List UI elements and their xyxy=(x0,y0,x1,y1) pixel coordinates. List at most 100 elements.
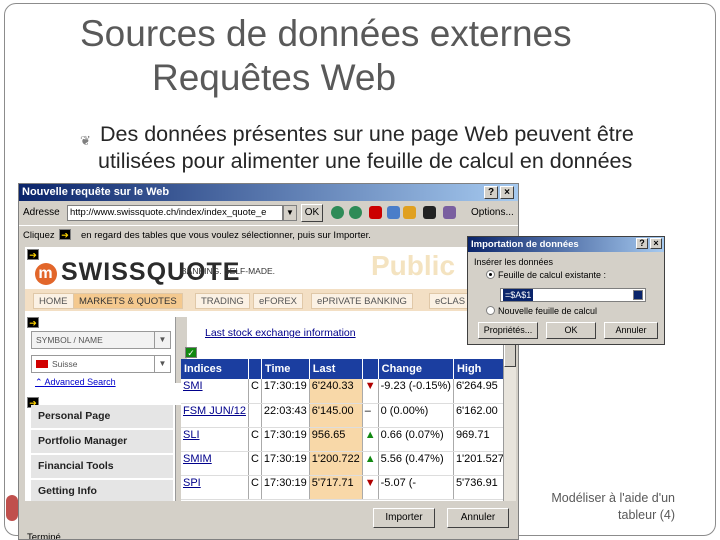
index-symbol-link[interactable]: SLI xyxy=(181,427,249,452)
cancel-button[interactable]: Annuler xyxy=(447,508,509,528)
sidebar-select-arrow-icon[interactable]: ➔ xyxy=(27,317,39,328)
dialog-cancel-button[interactable]: Annuler xyxy=(604,322,658,339)
symbol-input[interactable]: SYMBOL / NAME ▼ xyxy=(31,331,171,349)
row-high: 5'736.91 xyxy=(453,475,503,500)
row-time: 17:30:19 xyxy=(261,475,310,500)
menu-financial-tools[interactable]: Financial Tools xyxy=(31,455,173,479)
index-symbol-link[interactable]: SPI xyxy=(181,475,249,500)
radio-existing-icon[interactable] xyxy=(486,270,495,279)
bullet-point: ❦ Des données présentes sur une page Web… xyxy=(80,121,709,175)
instructions-label: Cliquez xyxy=(23,230,55,241)
logo-icon: m xyxy=(35,263,57,285)
import-dialog: Importation de données ? × Insérer les d… xyxy=(467,236,665,345)
row-high: 969.71 xyxy=(453,427,503,452)
market-select[interactable]: Suisse ▼ xyxy=(31,355,171,373)
row-time: 22:03:43 xyxy=(261,403,310,428)
dialog-ok-button[interactable]: OK xyxy=(546,322,596,339)
table-row: SLIC17:30:19956.65▲0.66 (0.07%)969.7194 xyxy=(181,427,503,452)
row-direction-icon: ▲ xyxy=(362,451,379,476)
header-last: Last xyxy=(309,359,363,379)
header-time: Time xyxy=(261,359,310,379)
option-new-sheet[interactable]: Nouvelle feuille de calcul xyxy=(486,306,597,316)
slide-accent-mark xyxy=(6,495,18,521)
market-dropdown-icon[interactable]: ▼ xyxy=(154,356,170,372)
row-change: 0.66 (0.07%) xyxy=(378,427,454,452)
index-symbol-link[interactable]: FSM JUN/12 xyxy=(181,403,249,428)
row-high: 6'162.00 xyxy=(453,403,503,428)
nav-home[interactable]: HOME xyxy=(33,293,74,309)
footer-line-2: tableur (4) xyxy=(618,508,675,522)
window-bottom-bar: Importer Annuler Terminé xyxy=(19,504,518,540)
public-watermark: Public xyxy=(371,250,456,281)
options-button[interactable]: Options... xyxy=(471,207,514,218)
web-query-window: Nouvelle requête sur le Web ? × Adresse … xyxy=(18,183,519,540)
window-title: Nouvelle requête sur le Web xyxy=(22,186,170,198)
row-change: -9.23 (-0.15%) xyxy=(378,379,454,404)
site-navbar: HOME MARKETS & QUOTES TRADING eFOREX ePR… xyxy=(25,289,503,311)
slide-title: Sources de données externes Requêtes Web xyxy=(80,12,700,100)
nav-markets[interactable]: MARKETS & QUOTES xyxy=(73,293,183,309)
hide-icons-icon[interactable] xyxy=(423,206,436,219)
close-button[interactable]: × xyxy=(500,186,514,199)
nav-trading[interactable]: TRADING xyxy=(195,293,250,309)
dialog-close-button[interactable]: × xyxy=(650,238,662,249)
properties-button[interactable]: Propriétés... xyxy=(478,322,538,339)
row-time: 17:30:19 xyxy=(261,451,310,476)
dialog-help-button[interactable]: ? xyxy=(636,238,648,249)
row-last: 6'145.00 xyxy=(309,403,363,428)
dialog-prompt: Insérer les données xyxy=(474,257,554,267)
import-button[interactable]: Importer xyxy=(373,508,435,528)
radio-new-icon[interactable] xyxy=(486,306,495,315)
refresh-icon[interactable] xyxy=(387,206,400,219)
range-picker-icon[interactable] xyxy=(633,290,643,300)
row-high: 1'201.527 xyxy=(453,451,503,476)
quotes-table[interactable]: Indices Time Last Change High SMI C 17:30:… xyxy=(181,359,503,500)
table-row: SMIM C 17:30:19 1'200.722 ▲ 5.56 (0.47%) 1'201… xyxy=(181,451,503,476)
back-icon[interactable] xyxy=(331,206,344,219)
header-high: High xyxy=(453,359,503,379)
slogan: BANKING. SELF-MADE. xyxy=(181,266,275,276)
help-button[interactable]: ? xyxy=(484,186,498,199)
address-label: Adresse xyxy=(23,207,60,218)
slide-footer: Modéliser à l'aide d'un tableur (4) xyxy=(520,490,675,524)
web-page-view: ➔ m SWISSQUOTE BANKING. SELF-MADE. Public… xyxy=(25,247,503,501)
row-time: 17:30:19 xyxy=(261,427,310,452)
nav-eforex[interactable]: eFOREX xyxy=(253,293,304,309)
symbol-dropdown-icon[interactable]: ▼ xyxy=(154,332,170,348)
row-last: 956.65 xyxy=(309,427,363,452)
row-direction-icon: ▼ xyxy=(362,475,379,500)
menu-personal-page[interactable]: Personal Page xyxy=(31,405,173,429)
stop-icon[interactable] xyxy=(369,206,382,219)
address-input[interactable]: http://www.swissquote.ch/index/index_quo… xyxy=(67,205,283,221)
go-button[interactable]: OK xyxy=(301,204,323,222)
row-direction-icon: ▼ xyxy=(362,379,379,404)
row-flag: C xyxy=(248,475,262,500)
menu-getting-info[interactable]: Getting Info xyxy=(31,480,173,501)
last-info-link[interactable]: Last stock exchange information xyxy=(205,327,356,339)
row-last: 1'200.722 xyxy=(309,451,363,476)
option-existing-sheet[interactable]: Feuille de calcul existante : xyxy=(486,270,606,280)
cell-reference-input[interactable]: =$A$1 xyxy=(500,288,646,302)
row-flag: C xyxy=(248,451,262,476)
index-symbol-link[interactable]: SMIM xyxy=(181,451,249,476)
table-selected-icon[interactable]: ✓ xyxy=(185,347,197,358)
table-row: SMI C 17:30:19 6'240.33 ▼ -9.23 (-0.15%) 6'264… xyxy=(181,379,503,404)
table-row: FSM JUN/12 22:03:43 6'145.00–0 (0.00%) 6'16… xyxy=(181,403,503,428)
nav-eclass[interactable]: eCLAS xyxy=(429,293,472,309)
quotes-table-wrap: Indices Time Last Change High SMI C 17:30:… xyxy=(181,359,503,501)
menu-portfolio-manager[interactable]: Portfolio Manager xyxy=(31,430,173,454)
index-symbol-link[interactable]: SMI xyxy=(181,379,249,404)
row-change: 5.56 (0.47%) xyxy=(378,451,454,476)
address-bar: Adresse http://www.swissquote.ch/index/i… xyxy=(19,201,518,225)
row-flag xyxy=(248,403,262,428)
save-query-icon[interactable] xyxy=(443,206,456,219)
address-dropdown-icon[interactable]: ▼ xyxy=(283,205,297,221)
favorites-icon[interactable] xyxy=(403,206,416,219)
nav-eprivate[interactable]: ePRIVATE BANKING xyxy=(311,293,413,309)
advanced-search-link[interactable]: ⌃ Advanced Search xyxy=(35,377,116,388)
row-high: 6'264.95 xyxy=(453,379,503,404)
forward-icon[interactable] xyxy=(349,206,362,219)
site-sidebar: ➔ SYMBOL / NAME ▼ Suisse ▼ ⌃ Advanced Sear… xyxy=(25,317,187,501)
title-line-1: Sources de données externes xyxy=(80,13,572,54)
status-text: Terminé xyxy=(27,532,61,540)
